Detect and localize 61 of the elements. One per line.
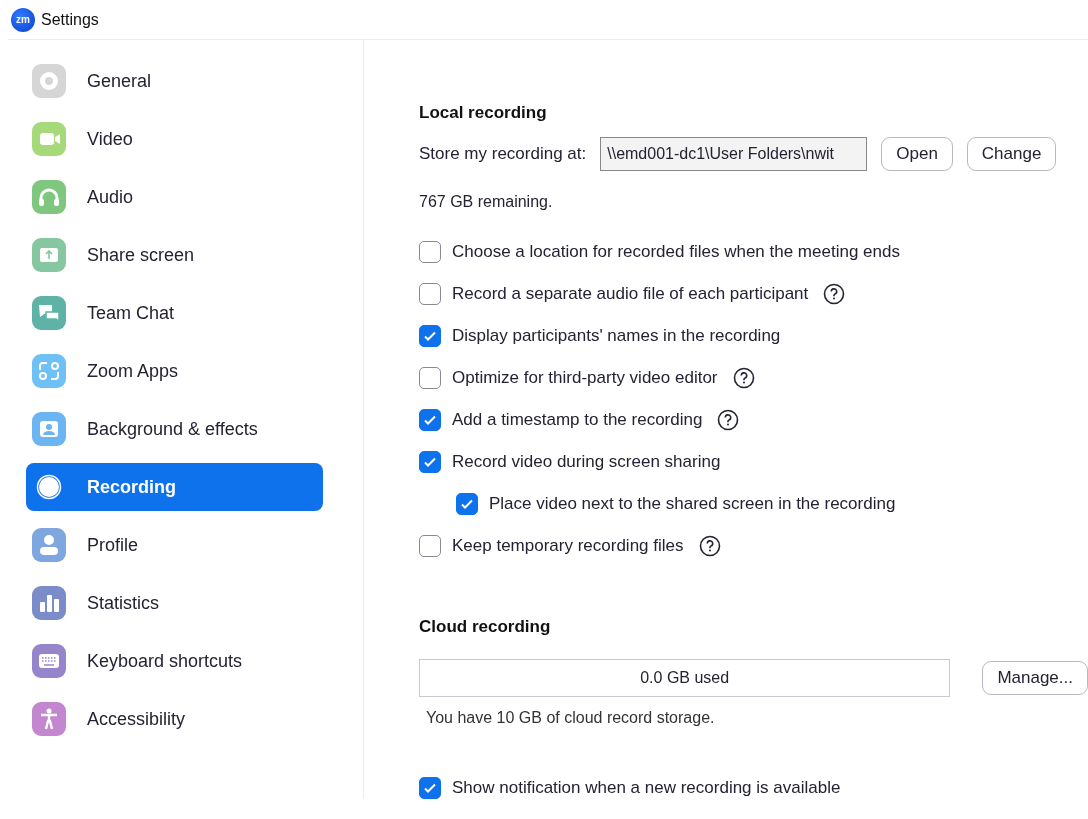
section-heading: Local recording — [419, 103, 548, 123]
accessibility-icon — [32, 702, 66, 736]
checkbox[interactable] — [419, 535, 441, 557]
profile-icon — [32, 528, 66, 562]
sidebar-item[interactable]: General — [26, 57, 323, 105]
headphones-icon — [32, 180, 66, 214]
share-screen-icon — [32, 238, 66, 272]
help-icon[interactable] — [698, 535, 721, 557]
section-heading: Cloud recording — [419, 617, 552, 637]
path-field[interactable]: \\emd001-dc1\User Folders\nwit — [600, 137, 868, 171]
field-label: Store my recording at: — [419, 144, 587, 164]
sidebar-item[interactable]: Video — [26, 115, 323, 163]
sidebar-item[interactable]: Background & effects — [26, 405, 323, 453]
checkmark-icon — [423, 413, 437, 427]
help-icon[interactable] — [717, 409, 740, 431]
app-logo: zm — [11, 7, 35, 32]
checkmark-icon — [423, 455, 437, 469]
help-icon[interactable] — [732, 367, 755, 389]
option-label: Display participants' names in the recording — [452, 326, 781, 346]
storage-note: You have 10 GB of cloud record storage. — [426, 709, 716, 727]
apps-icon — [32, 354, 66, 388]
chat-bubbles-icon — [32, 296, 66, 330]
sidebar-item[interactable]: Zoom Apps — [26, 347, 323, 395]
video-camera-icon — [32, 122, 66, 156]
checkbox[interactable] — [419, 241, 441, 263]
folder-button[interactable]: Change — [966, 137, 1057, 171]
checkbox[interactable] — [419, 451, 441, 473]
sidebar-item[interactable]: Accessibility — [26, 695, 323, 743]
sidebar-item[interactable]: Profile — [26, 521, 323, 569]
sidebar-item[interactable]: Statistics — [26, 579, 323, 627]
option-label: Record a separate audio file of each participant — [452, 284, 809, 304]
manage-button[interactable]: Manage... — [982, 661, 1088, 695]
sidebar-item[interactable]: Team Chat — [26, 289, 323, 337]
window-title: Settings — [41, 10, 99, 29]
usage-text: 0.0 GB used — [640, 669, 730, 687]
option-label: Place video next to the shared screen in the recording — [489, 494, 896, 514]
bar-chart-icon — [32, 586, 66, 620]
sidebar-item[interactable]: Share screen — [26, 231, 323, 279]
option-label: Choose a location for recorded files when the meeting ends — [452, 242, 900, 262]
sidebar-item[interactable]: Recording — [26, 463, 323, 511]
checkbox[interactable] — [456, 493, 478, 515]
checkbox[interactable] — [419, 325, 441, 347]
checkbox[interactable] — [419, 367, 441, 389]
option-label: Add a timestamp to the recording — [452, 410, 703, 430]
help-icon[interactable] — [823, 283, 846, 305]
checkbox[interactable] — [419, 777, 441, 799]
option-label: Show notification when a new recording is available — [452, 778, 841, 798]
option-label: Keep temporary recording files — [452, 536, 684, 556]
checkmark-icon — [423, 329, 437, 343]
sidebar-item[interactable]: Keyboard shortcuts — [26, 637, 323, 685]
checkmark-icon — [423, 781, 437, 795]
checkbox[interactable] — [419, 409, 441, 431]
option-label: Record video during screen sharing — [452, 452, 721, 472]
sidebar-item[interactable]: Audio — [26, 173, 323, 221]
person-frame-icon — [32, 412, 66, 446]
remaining-space-text: 767 GB remaining. — [419, 193, 554, 211]
checkbox[interactable] — [419, 283, 441, 305]
folder-button[interactable]: Open — [881, 137, 953, 171]
keyboard-icon — [32, 644, 66, 678]
option-label: Optimize for third-party video editor — [452, 368, 718, 388]
checkmark-icon — [460, 497, 474, 511]
